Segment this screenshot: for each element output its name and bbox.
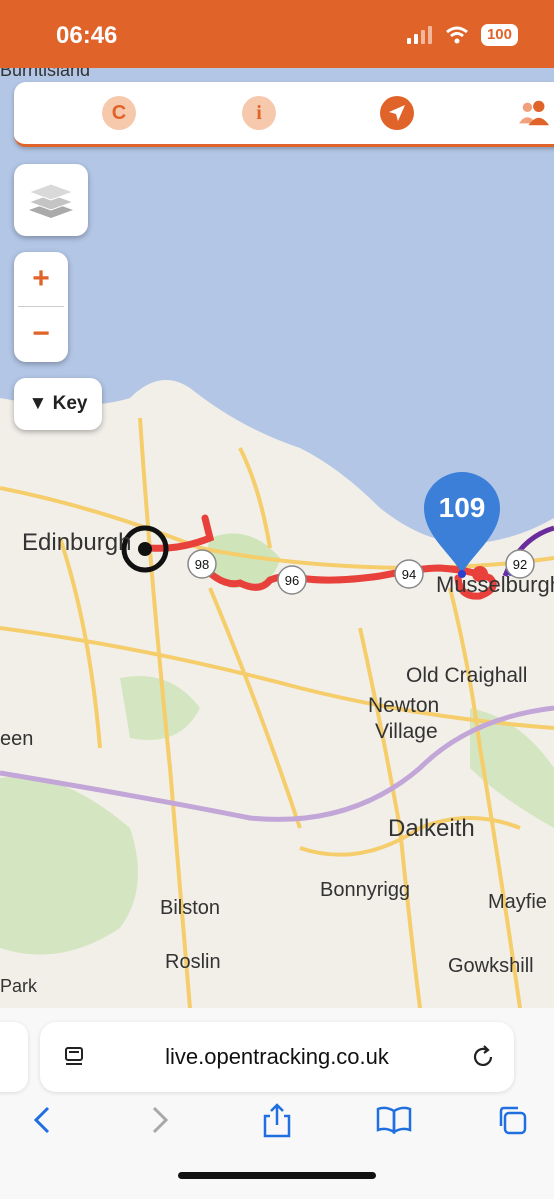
signal-icon (406, 26, 432, 44)
people-icon[interactable] (518, 96, 552, 130)
status-time: 06:46 (56, 22, 118, 49)
place-label: Park (0, 976, 38, 996)
info-label: i (256, 101, 262, 124)
place-label: Mayfie (488, 891, 547, 913)
place-label: Dalkeith (388, 815, 475, 842)
place-label: Gowkshill (448, 955, 534, 977)
previous-tab-preview[interactable] (0, 1022, 28, 1092)
status-bar: 06:46 100 (0, 0, 554, 68)
svg-text:94: 94 (402, 567, 416, 582)
map-toolbar: C i (14, 82, 554, 147)
locate-arrow-icon[interactable] (380, 96, 414, 130)
reload-icon[interactable] (470, 1044, 496, 1070)
place-label: Musselburgh (436, 572, 554, 597)
place-label: Old Craighall (406, 664, 527, 687)
layers-button[interactable] (14, 164, 88, 236)
zoom-out-button[interactable]: − (14, 307, 68, 361)
tracker-pin[interactable]: 109 (424, 472, 500, 578)
c-logo-label: C (111, 101, 127, 124)
battery-indicator: 100 (480, 24, 518, 46)
svg-text:92: 92 (513, 557, 527, 572)
status-icons: 100 (406, 24, 518, 46)
key-button[interactable]: ▼ Key (14, 378, 102, 430)
park-area (0, 776, 138, 955)
tabs-icon[interactable] (492, 1100, 532, 1140)
svg-text:98: 98 (195, 557, 209, 572)
share-icon[interactable] (257, 1100, 297, 1140)
bookmarks-icon[interactable] (374, 1100, 414, 1140)
back-icon[interactable] (22, 1100, 62, 1140)
place-label: Roslin (165, 951, 221, 973)
info-icon[interactable]: i (242, 96, 276, 130)
zoom-control: + − (14, 252, 68, 362)
place-label: Village (375, 720, 438, 743)
place-label: Bilston (160, 897, 220, 919)
place-label: Newton (368, 694, 439, 717)
svg-text:109: 109 (439, 492, 486, 523)
wifi-icon (446, 26, 468, 44)
place-label: Burntisland (0, 68, 90, 80)
place-label: een (0, 728, 33, 750)
svg-text:96: 96 (285, 573, 299, 588)
distance-marker-98[interactable]: 98 (187, 549, 217, 579)
distance-marker-96[interactable]: 96 (277, 565, 307, 595)
forward-icon[interactable] (140, 1100, 180, 1140)
place-label: Edinburgh (22, 529, 131, 556)
distance-marker-94[interactable]: 94 (394, 559, 424, 589)
place-label: Bonnyrigg (320, 879, 410, 901)
browser-toolbar: live.opentracking.co.uk (0, 1008, 554, 1199)
home-indicator (178, 1172, 376, 1179)
zoom-in-button[interactable]: + (14, 252, 68, 306)
url-text: live.opentracking.co.uk (165, 1044, 389, 1069)
c-logo-icon[interactable]: C (102, 96, 136, 130)
start-marker-dot (138, 542, 152, 556)
address-bar[interactable]: live.opentracking.co.uk (40, 1022, 514, 1092)
layers-icon (27, 183, 75, 218)
